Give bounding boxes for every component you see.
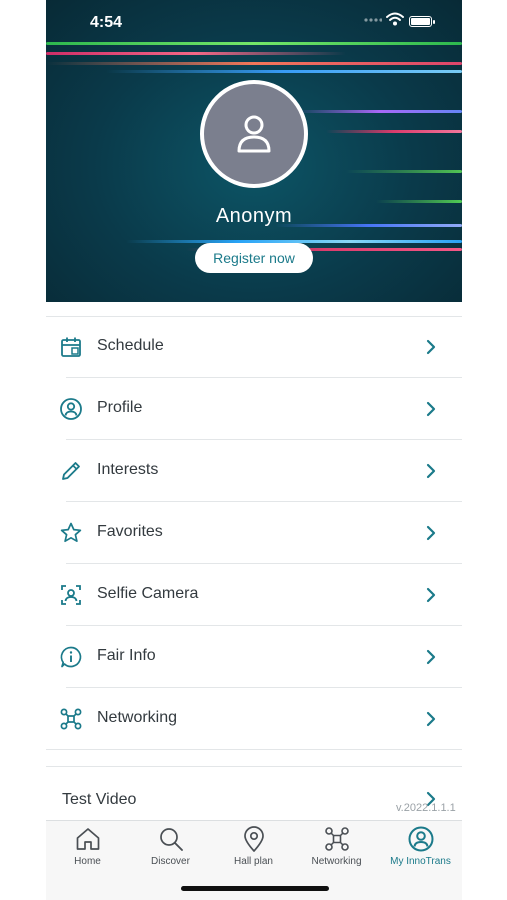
chevron-right-icon [426,711,436,727]
light-streak [46,52,346,55]
user-circle-icon [60,398,82,420]
tab-label: Discover [151,856,190,867]
network-icon [60,708,82,730]
light-streak [296,110,462,113]
home-icon [76,828,100,850]
status-bar: 4:54 [46,0,462,48]
tab-networking[interactable]: Networking [295,821,378,881]
menu-item-label: Selfie Camera [97,585,199,602]
menu-item-label: Schedule [97,337,164,354]
chevron-right-icon [426,649,436,665]
chevron-right-icon [426,339,436,355]
menu-item-interests[interactable]: Interests [46,440,462,502]
tab-hall-plan[interactable]: Hall plan [212,821,295,881]
pencil-icon [62,462,80,480]
menu-item-label: Fair Info [97,647,156,664]
profile-header: 4:54 Anonym Register now [46,0,462,302]
location-pin-icon [244,826,264,852]
chevron-right-icon [426,525,436,541]
menu-item-label: Networking [97,709,178,726]
avatar[interactable] [200,80,308,188]
phone-screen: 4:54 Anonym Register now Schedule Profil… [46,0,462,900]
signal-dots-icon [364,18,382,22]
light-streak [46,62,462,65]
selfie-camera-icon [61,585,81,605]
star-icon [60,522,82,543]
light-streak [346,170,462,173]
battery-icon [409,16,435,27]
menu-item-networking[interactable]: Networking [46,688,462,750]
tab-label: Networking [311,856,362,867]
info-icon [60,646,82,668]
menu-item-fair-info[interactable]: Fair Info [46,626,462,688]
menu-item-schedule[interactable]: Schedule [46,316,462,378]
network-icon [325,827,349,851]
light-streak [376,200,462,203]
search-icon [160,828,183,851]
user-circle-icon [408,826,434,852]
divider [46,749,462,750]
menu-item-label: Profile [97,399,143,416]
menu-list: Schedule Profile Interests Favorites Sel… [46,316,462,750]
version-label: v.2022.1.1.1 [396,802,456,814]
chevron-right-icon [426,587,436,603]
register-button[interactable]: Register now [195,243,313,273]
tab-my-innotrans[interactable]: My InnoTrans [379,821,462,881]
chevron-right-icon [426,463,436,479]
menu-item-favorites[interactable]: Favorites [46,502,462,564]
test-video-label: Test Video [62,791,137,808]
menu-item-profile[interactable]: Profile [46,378,462,440]
profile-name: Anonym [215,205,293,227]
menu-item-label: Interests [97,461,159,478]
tab-label: My InnoTrans [390,856,451,867]
menu-item-label: Favorites [97,523,163,540]
light-streak [326,130,462,133]
light-streak [106,70,462,73]
calendar-icon [61,337,81,357]
tab-discover[interactable]: Discover [129,821,212,881]
menu-item-selfie-camera[interactable]: Selfie Camera [46,564,462,626]
status-time: 4:54 [90,14,123,31]
tab-label: Hall plan [234,856,273,867]
wifi-icon [386,12,404,26]
user-icon [237,115,271,153]
home-indicator [181,886,329,891]
tab-home[interactable]: Home [46,821,129,881]
tab-label: Home [74,856,101,867]
chevron-right-icon [426,401,436,417]
